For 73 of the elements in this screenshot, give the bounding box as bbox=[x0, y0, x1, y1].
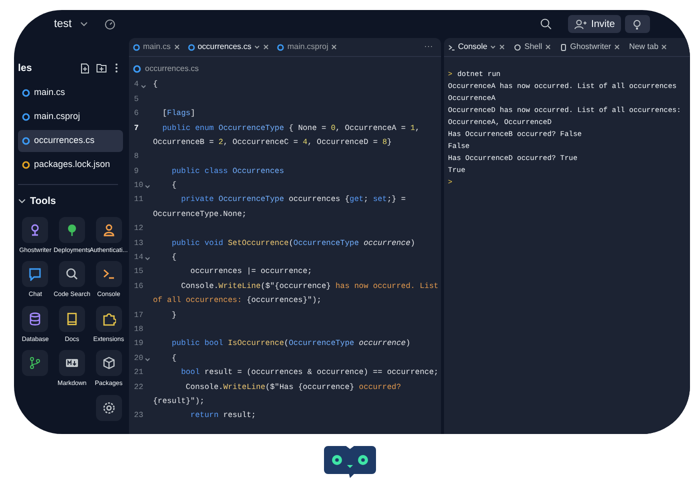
editor-tab[interactable]: occurrences.cs bbox=[188, 41, 270, 53]
tool-tile[interactable] bbox=[22, 217, 48, 243]
editor-tab[interactable]: main.csproj bbox=[277, 41, 338, 53]
database-icon bbox=[28, 312, 42, 326]
editor-tab[interactable]: main.cs bbox=[133, 41, 180, 53]
terminal-icon bbox=[448, 44, 455, 50]
tool-tile[interactable] bbox=[22, 306, 48, 332]
file-type-icon bbox=[22, 113, 30, 121]
close-icon[interactable] bbox=[174, 44, 180, 50]
terminal-icon bbox=[102, 267, 116, 282]
tools-heading: Tools bbox=[30, 194, 56, 208]
search-icon bbox=[64, 267, 79, 282]
tool-tile[interactable] bbox=[58, 306, 85, 332]
book-icon bbox=[64, 312, 79, 326]
close-icon[interactable] bbox=[331, 44, 338, 50]
gauge-icon[interactable] bbox=[104, 18, 116, 30]
file-type-icon bbox=[133, 65, 141, 73]
file-type-icon bbox=[22, 161, 30, 169]
console-tab[interactable]: New tab bbox=[629, 41, 668, 53]
search-icon[interactable] bbox=[540, 18, 552, 30]
circle-icon bbox=[514, 44, 522, 50]
bulb-button[interactable] bbox=[625, 15, 650, 33]
new-folder-icon[interactable] bbox=[96, 63, 107, 73]
tool-tile[interactable] bbox=[96, 306, 122, 332]
file-type-icon bbox=[277, 44, 284, 50]
close-icon[interactable] bbox=[661, 44, 668, 50]
tool-tile[interactable] bbox=[96, 261, 122, 288]
chevron-down-icon[interactable] bbox=[18, 197, 26, 205]
cube-icon bbox=[102, 356, 116, 370]
console-tab[interactable]: Ghostwriter bbox=[560, 41, 620, 53]
bot-logo-icon bbox=[322, 444, 378, 478]
more-icon[interactable] bbox=[115, 63, 118, 73]
file-item[interactable]: packages.lock.json bbox=[18, 154, 123, 176]
new-file-icon[interactable] bbox=[80, 62, 90, 74]
file-item[interactable]: main.csproj bbox=[18, 106, 123, 128]
person-icon bbox=[102, 223, 116, 237]
fold-chevron-icon[interactable] bbox=[140, 84, 146, 89]
file-type-icon bbox=[22, 89, 30, 97]
close-icon[interactable] bbox=[499, 44, 506, 50]
chevron-down-icon bbox=[490, 44, 496, 50]
tool-tile[interactable] bbox=[58, 350, 85, 376]
file-item[interactable]: main.cs bbox=[18, 82, 123, 104]
invite-button[interactable]: Invite bbox=[568, 15, 621, 33]
close-icon[interactable] bbox=[263, 44, 270, 50]
tool-tile[interactable] bbox=[58, 261, 85, 288]
tool-tile[interactable] bbox=[96, 394, 122, 421]
fold-chevron-icon[interactable] bbox=[145, 256, 150, 262]
more-icon[interactable]: ··· bbox=[424, 40, 433, 54]
tool-tile[interactable] bbox=[22, 350, 48, 376]
settings-icon bbox=[102, 400, 116, 415]
file-type-icon bbox=[22, 137, 30, 145]
chat-icon bbox=[28, 267, 42, 282]
tool-tile[interactable] bbox=[96, 217, 122, 243]
tool-tile[interactable] bbox=[22, 261, 48, 288]
tool-tile[interactable] bbox=[58, 217, 85, 243]
console-tab[interactable]: Shell bbox=[514, 41, 552, 53]
chevron-down-icon bbox=[254, 44, 260, 50]
files-heading: les bbox=[18, 62, 33, 76]
file-item[interactable]: occurrences.cs bbox=[18, 130, 123, 152]
fold-chevron-icon[interactable] bbox=[145, 357, 150, 362]
project-name[interactable]: test bbox=[54, 16, 72, 32]
console-tab[interactable]: Console bbox=[448, 41, 506, 53]
tool-tile[interactable] bbox=[96, 350, 122, 376]
person-plus-icon bbox=[574, 18, 588, 30]
file-type-icon bbox=[133, 44, 140, 50]
breadcrumb[interactable]: occurrences.cs bbox=[145, 63, 199, 75]
close-icon[interactable] bbox=[545, 44, 552, 50]
fold-chevron-icon[interactable] bbox=[145, 184, 150, 190]
branch-icon bbox=[28, 356, 42, 370]
chevron-down-icon bbox=[80, 20, 88, 28]
file-type-icon bbox=[188, 44, 195, 50]
close-icon[interactable] bbox=[614, 44, 620, 50]
puzzle-icon bbox=[102, 312, 116, 326]
